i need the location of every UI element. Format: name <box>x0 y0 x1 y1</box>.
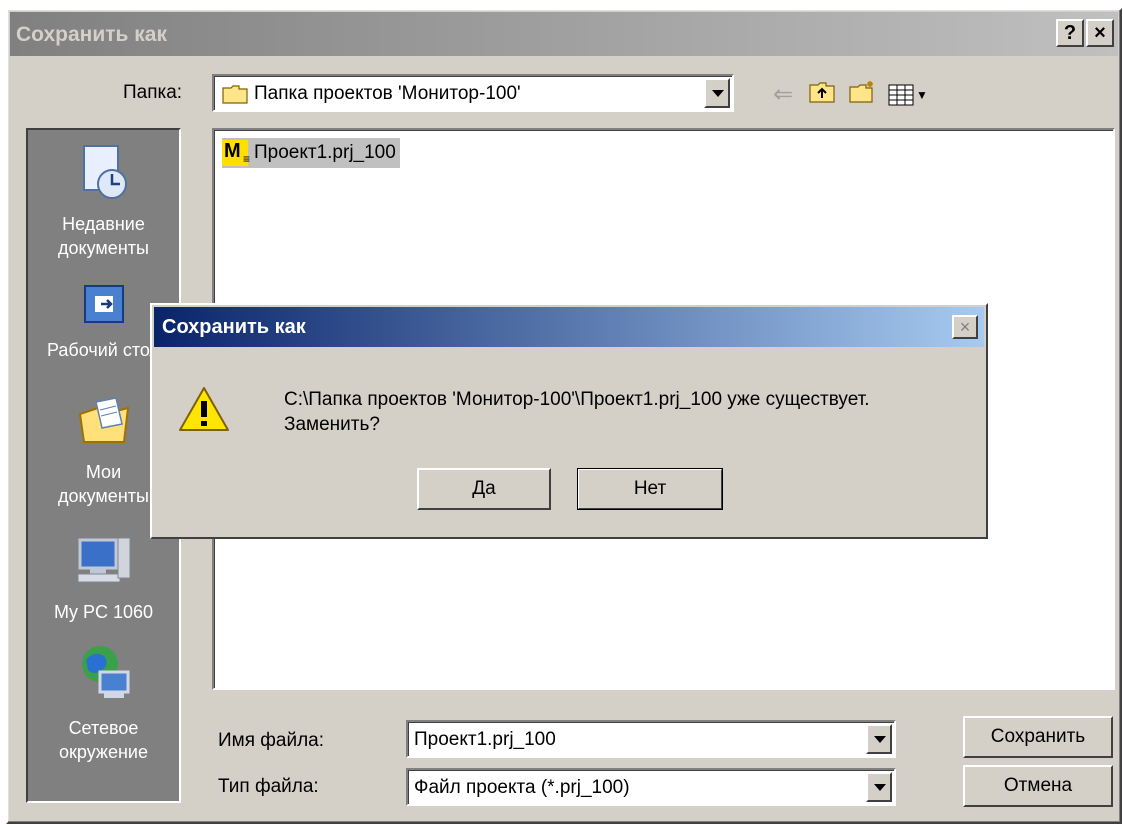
folder-select[interactable]: Папка проектов 'Монитор-100' <box>212 74 734 112</box>
back-arrow-icon[interactable]: ⇐ <box>770 80 796 109</box>
place-my-computer[interactable]: My PC 1060 <box>28 534 179 624</box>
title-bar: Сохранить как ? × <box>10 12 1118 56</box>
help-button[interactable]: ? <box>1056 19 1084 47</box>
folder-icon <box>222 84 248 109</box>
project-file-icon: M ≡ <box>222 140 250 166</box>
filename-field[interactable]: Проект1.prj_100 <box>406 720 896 758</box>
my-computer-icon <box>28 534 179 596</box>
message-title-bar: Сохранить как × <box>154 307 984 347</box>
view-menu-icon[interactable]: ▼ <box>888 84 928 106</box>
chevron-down-icon[interactable] <box>704 78 730 108</box>
message-line2: Заменить? <box>284 414 380 435</box>
filetype-value: Файл проекта (*.prj_100) <box>414 777 630 798</box>
list-item[interactable]: M ≡ Проект1.prj_100 <box>222 138 400 168</box>
folder-value: Папка проектов 'Монитор-100' <box>254 83 521 104</box>
close-button[interactable]: × <box>1086 19 1114 47</box>
chevron-down-icon[interactable] <box>866 724 892 754</box>
chevron-down-icon[interactable] <box>866 772 892 802</box>
place-network[interactable]: Сетевое окружение <box>28 642 179 764</box>
no-button[interactable]: Нет <box>577 468 723 510</box>
message-title: Сохранить как <box>162 316 306 338</box>
yes-button[interactable]: Да <box>417 468 551 510</box>
warning-icon <box>178 385 230 438</box>
file-name: Проект1.prj_100 <box>254 142 396 163</box>
recent-documents-icon <box>28 142 179 208</box>
cancel-button[interactable]: Отмена <box>963 765 1113 807</box>
place-recent-documents[interactable]: Недавние документы <box>28 142 179 260</box>
message-text: C:\Папка проектов 'Монитор-100'\Проект1.… <box>284 387 974 437</box>
folder-label: Папка: <box>123 82 183 103</box>
filename-value: Проект1.prj_100 <box>414 729 556 750</box>
overwrite-confirm-dialog: Сохранить как × C:\Папка проектов 'Монит… <box>150 303 988 539</box>
filetype-select[interactable]: Файл проекта (*.prj_100) <box>406 768 896 806</box>
new-folder-icon[interactable] <box>848 80 876 109</box>
save-button[interactable]: Сохранить <box>963 716 1113 758</box>
message-close-button[interactable]: × <box>952 315 978 339</box>
window-title: Сохранить как <box>16 23 167 46</box>
filename-label: Имя файла: <box>218 730 325 751</box>
filetype-label: Тип файла: <box>218 776 319 797</box>
network-icon <box>28 642 179 712</box>
up-folder-icon[interactable] <box>808 80 836 109</box>
message-line1: C:\Папка проектов 'Монитор-100'\Проект1.… <box>284 389 870 410</box>
